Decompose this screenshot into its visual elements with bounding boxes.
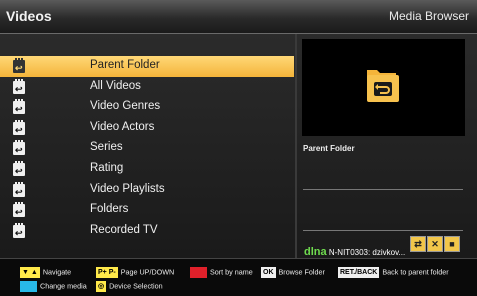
list-item-label: Parent Folder <box>90 59 160 71</box>
page-title: Videos <box>6 8 52 24</box>
preview-pane <box>302 39 465 136</box>
sort-label: Sort by name <box>210 267 253 277</box>
device-hint: ◎ Device Selection <box>96 281 163 292</box>
shuffle-icon: ✕ <box>431 239 439 249</box>
ok-key-icon: OK <box>261 267 276 278</box>
change-media-hint: Change media <box>20 281 87 292</box>
blue-key-icon <box>20 281 37 292</box>
list-item[interactable]: ↩ Rating <box>0 159 294 180</box>
folder-icon: ↩ <box>11 160 27 176</box>
divider <box>303 189 463 190</box>
panel-divider <box>295 34 297 258</box>
list-item[interactable]: ↩ Series <box>0 138 294 159</box>
list-item-label: Rating <box>90 161 124 174</box>
folder-icon: ↩ <box>11 140 27 156</box>
device-label: Device Selection <box>109 281 163 291</box>
list-item[interactable]: ↩ Video Genres <box>0 97 294 118</box>
folder-icon: ↩ <box>11 222 27 238</box>
dlna-logo: dlna <box>304 246 327 258</box>
header-bar: Videos Media Browser <box>0 0 477 34</box>
server-info: dlna N-NIT0303: dzivkov... <box>304 246 405 258</box>
app-name: Media Browser <box>388 9 469 23</box>
back-folder-icon <box>367 70 399 102</box>
folder-icon: ↩ <box>11 119 27 135</box>
navigate-label: Navigate <box>42 267 72 277</box>
list-item-label: All Videos <box>90 79 141 92</box>
back-label: Back to parent folder <box>382 267 449 277</box>
folder-icon: ↩ <box>11 78 27 94</box>
browse-hint: OK Browse Folder <box>261 267 325 278</box>
footer-legend: ▼ ▲ Navigate P+ P- Page UP/DOWN Sort by na… <box>0 258 477 296</box>
device-selection-icon: ◎ <box>96 281 107 292</box>
list-item[interactable]: ↩ All Videos <box>0 77 294 98</box>
divider <box>303 230 463 231</box>
stop-icon: ■ <box>449 239 455 249</box>
repeat-icon: ⇄ <box>414 239 422 249</box>
playback-mode-buttons: ⇄ ✕ ■ <box>409 236 460 257</box>
list-item-label: Video Actors <box>90 120 155 133</box>
navigate-hint: ▼ ▲ Navigate <box>20 267 71 278</box>
main-panel: ↩ Parent Folder ↩ All Videos ↩ Video Gen… <box>0 34 477 258</box>
red-key-icon <box>190 267 207 278</box>
navigate-arrows-icon: ▼ ▲ <box>20 267 40 278</box>
server-name: N-NIT0303: dzivkov... <box>328 248 406 257</box>
page-hint: P+ P- Page UP/DOWN <box>96 267 174 278</box>
folder-list: ↩ Parent Folder ↩ All Videos ↩ Video Gen… <box>0 56 294 241</box>
preview-label: Parent Folder <box>303 144 355 153</box>
shuffle-button[interactable]: ✕ <box>427 236 443 252</box>
parent-folder-icon: ↩ <box>11 58 27 73</box>
list-item[interactable]: ↩ Parent Folder <box>0 56 294 77</box>
list-item[interactable]: ↩ Video Playlists <box>0 180 294 201</box>
stop-button[interactable]: ■ <box>444 236 460 252</box>
folder-icon: ↩ <box>11 202 27 218</box>
list-item[interactable]: ↩ Video Actors <box>0 118 294 139</box>
list-item-label: Folders <box>90 203 129 216</box>
list-item[interactable]: ↩ Folders <box>0 200 294 221</box>
folder-icon: ↩ <box>11 181 27 197</box>
repeat-button[interactable]: ⇄ <box>410 236 426 252</box>
back-hint: RET./BACK Back to parent folder <box>338 267 449 278</box>
list-item[interactable]: ↩ Recorded TV <box>0 221 294 242</box>
page-keys-icon: P+ P- <box>96 267 118 278</box>
browse-label: Browse Folder <box>278 267 325 277</box>
list-item-label: Video Playlists <box>90 182 165 195</box>
list-item-label: Video Genres <box>90 100 161 113</box>
list-item-label: Series <box>90 141 123 154</box>
ret-key-icon: RET./BACK <box>338 267 380 278</box>
page-label: Page UP/DOWN <box>120 267 175 277</box>
sort-hint: Sort by name <box>190 267 253 278</box>
list-item-label: Recorded TV <box>90 223 158 236</box>
folder-icon: ↩ <box>11 99 27 115</box>
change-media-label: Change media <box>40 281 87 291</box>
